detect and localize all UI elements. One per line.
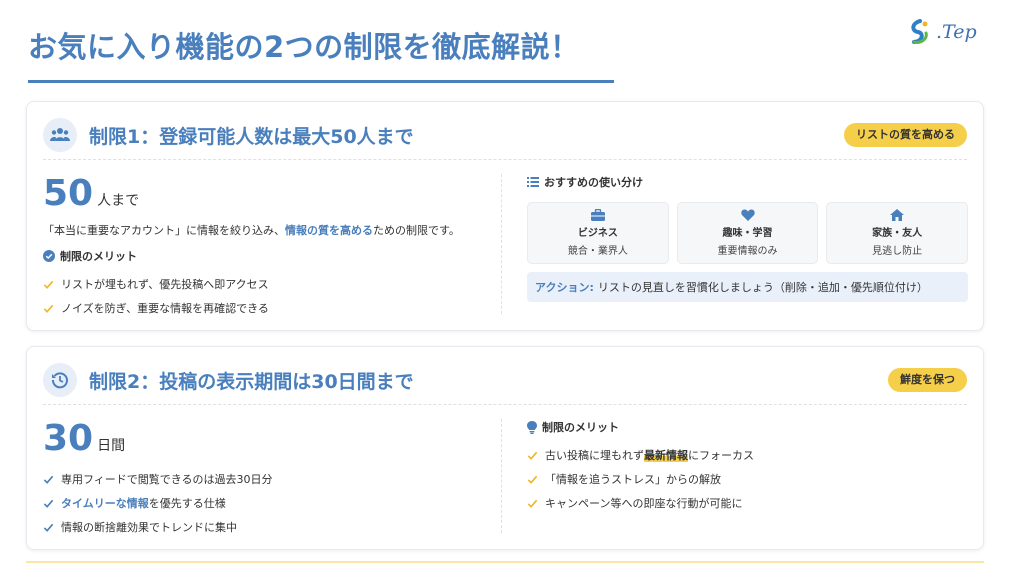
card-title: 制限2：投稿の表示期間は30日間まで [89,371,414,393]
number-value: 50 [43,173,94,214]
uses-grid: ビジネス 競合・業界人 趣味・学習 重要情報のみ 家族・友人 見逃し防止 [527,202,969,264]
number-unit: 日間 [97,438,126,454]
check-icon [43,523,54,532]
number-value: 30 [43,418,94,459]
divider [43,159,967,160]
limit-1-card: 制限1：登録可能人数は最大50人まで リストの質を高める 50 人まで 「本当に… [26,101,984,331]
status-badge: リストの質を高める [844,123,967,147]
check-icon [527,475,538,484]
uses-heading: おすすめの使い分け [527,174,968,190]
limit-number: 50 人まで [43,174,493,214]
list-item: ノイズを防ぎ、重要な情報を再確認できる [43,296,493,320]
card-title: 制限1：登録可能人数は最大50人まで [89,126,414,148]
action-text: リストの見直しを習慣化しましょう（削除・追加・優先順位付け） [597,281,928,294]
point-text: タイムリーな情報を優先する仕様 [61,497,226,510]
use-card-hobby: 趣味・学習 重要情報のみ [676,202,819,264]
desc-text: 「本当に重要なアカウント」に情報を絞り込み、 [43,224,285,237]
merit-heading-text: 制限のメリット [542,421,619,434]
limit-number: 30 日間 [43,419,493,459]
merit-text: ノイズを防ぎ、重要な情報を再確認できる [61,302,269,315]
desc-text-end: ための制限です。 [373,224,460,237]
check-icon [43,280,54,289]
logo-mark-icon [911,19,928,44]
lightbulb-icon [527,420,537,434]
list-icon [527,177,539,187]
list-item: キャンペーン等への即座な行動が可能に [527,491,968,515]
list-item: リストが埋もれず、優先投稿へ即アクセス [43,272,493,296]
title-underline [28,80,614,83]
check-circle-icon [43,250,55,262]
desc-highlight: 情報の質を高める [285,224,373,237]
logo-text: .Tep [936,21,977,43]
description: 「本当に重要なアカウント」に情報を絞り込み、情報の質を高めるための制限です。 [43,222,493,238]
merit-text: キャンペーン等への即座な行動が可能に [545,497,743,510]
list-item: 「情報を追うストレス」からの解放 [527,467,968,491]
merit-text: 古い投稿に埋もれず最新情報にフォーカス [545,449,754,462]
point-text: 情報の断捨離効果でトレンドに集中 [61,521,237,534]
action-box: アクション: リストの見直しを習慣化しましょう（削除・追加・優先順位付け） [527,272,968,302]
divider [43,404,967,405]
merit-text: リストが埋もれず、優先投稿へ即アクセス [61,278,269,291]
check-icon [43,304,54,313]
uses-heading-text: おすすめの使い分け [544,176,643,189]
users-icon [43,118,77,152]
merit-list: 古い投稿に埋もれず最新情報にフォーカス 「情報を追うストレス」からの解放 キャン… [527,443,968,515]
number-unit: 人まで [97,193,140,209]
list-item: タイムリーな情報を優先する仕様 [43,491,493,515]
merit-heading: 制限のメリット [527,419,968,435]
point-text: 専用フィードで閲覧できるのは過去30日分 [61,473,273,486]
list-item: 専用フィードで閲覧できるのは過去30日分 [43,467,493,491]
column-divider [501,419,502,533]
column-divider [501,174,502,314]
heart-icon [740,209,755,221]
status-badge: 鮮度を保つ [888,368,967,392]
history-icon [43,363,77,397]
bottom-accent-line [26,561,984,563]
use-label: ビジネス [577,228,618,239]
home-icon [890,209,905,221]
logo: .Tep [908,16,988,48]
check-icon [43,499,54,508]
list-item: 古い投稿に埋もれず最新情報にフォーカス [527,443,968,467]
merit-list: リストが埋もれず、優先投稿へ即アクセス ノイズを防ぎ、重要な情報を再確認できる [43,272,493,320]
use-sub: 見逃し防止 [872,246,923,257]
check-icon [43,475,54,484]
check-icon [527,499,538,508]
limit-2-card: 制限2：投稿の表示期間は30日間まで 鮮度を保つ 30 日間 専用フィードで閲覧… [26,346,984,550]
briefcase-icon [590,209,605,221]
use-card-family: 家族・友人 見逃し防止 [826,202,969,264]
list-item: 情報の断捨離効果でトレンドに集中 [43,515,493,539]
points-list: 専用フィードで閲覧できるのは過去30日分 タイムリーな情報を優先する仕様 情報の… [43,467,493,539]
use-label: 趣味・学習 [722,228,773,239]
use-card-business: ビジネス 競合・業界人 [527,202,669,264]
merit-heading-text: 制限のメリット [60,250,137,263]
use-label: 家族・友人 [872,228,923,239]
merit-text: 「情報を追うストレス」からの解放 [545,473,721,486]
use-sub: 重要情報のみ [717,246,778,257]
check-icon [527,451,538,460]
action-label: アクション: [535,281,594,294]
page-title: お気に入り機能の2つの制限を徹底解説！ [28,30,580,64]
merit-heading: 制限のメリット [43,248,493,264]
use-sub: 競合・業界人 [567,246,628,257]
